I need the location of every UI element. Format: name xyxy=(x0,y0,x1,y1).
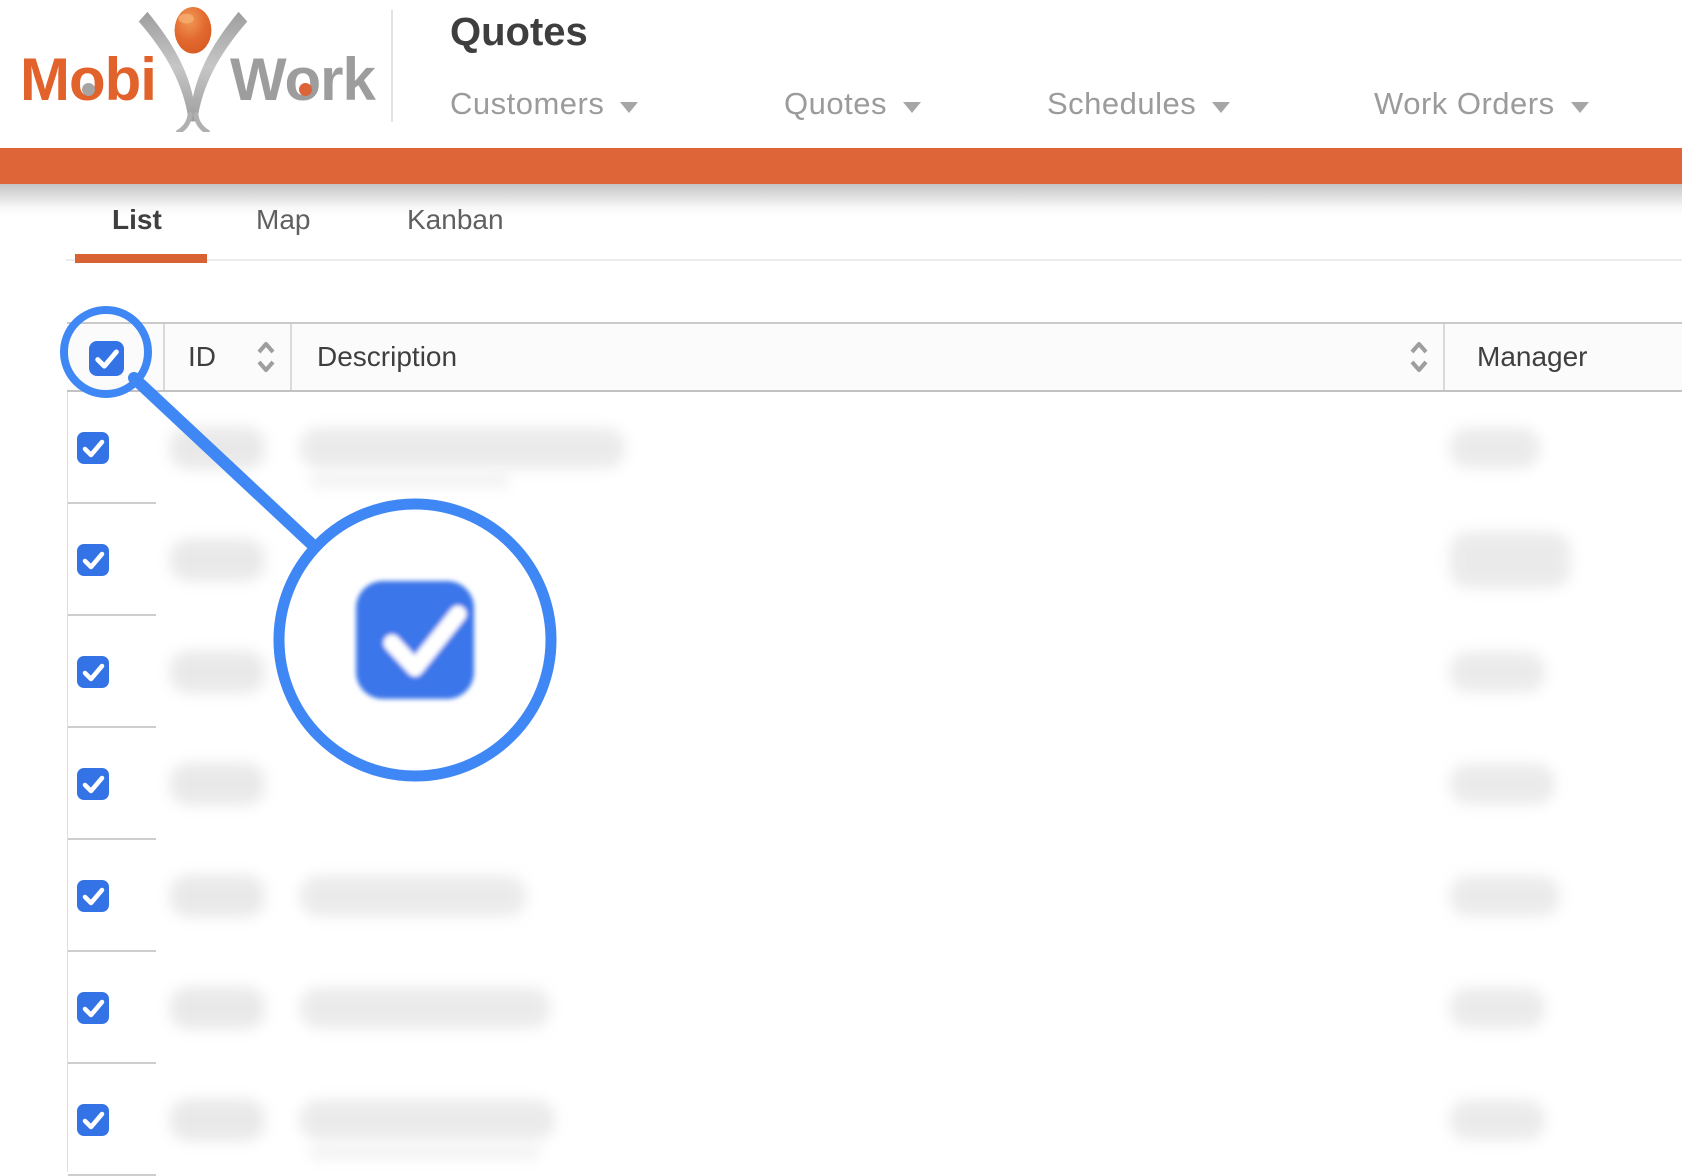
nav-schedules-label: Schedules xyxy=(1047,86,1196,122)
redacted-id xyxy=(170,875,265,917)
chevron-down-icon xyxy=(903,102,921,113)
chevron-down-icon xyxy=(620,102,638,113)
redacted-id xyxy=(170,1099,265,1141)
redacted-id xyxy=(170,763,265,805)
redacted-description xyxy=(300,876,526,916)
redacted-id xyxy=(170,427,265,469)
nav-schedules[interactable]: Schedules xyxy=(1047,86,1230,122)
redacted-description xyxy=(300,988,550,1028)
table-row xyxy=(0,616,1682,728)
table-body xyxy=(0,392,1682,1172)
tab-list[interactable]: List xyxy=(112,204,162,236)
select-all-checkbox[interactable] xyxy=(89,341,124,376)
row-checkbox-cell xyxy=(68,392,156,504)
column-divider xyxy=(1443,324,1445,390)
table-row xyxy=(0,952,1682,1064)
redacted-description xyxy=(300,1100,555,1140)
column-header-manager: Manager xyxy=(1477,324,1588,390)
row-checkbox-cell xyxy=(68,728,156,840)
chevron-down-icon xyxy=(1571,102,1589,113)
nav-work-orders-label: Work Orders xyxy=(1374,86,1555,122)
redacted-manager xyxy=(1450,988,1545,1028)
chevron-down-icon xyxy=(1212,102,1230,113)
redacted-manager xyxy=(1450,1100,1545,1140)
nav-work-orders[interactable]: Work Orders xyxy=(1374,86,1589,122)
redacted-id xyxy=(170,651,265,693)
accent-bar-shadow xyxy=(0,184,1682,217)
redacted-id xyxy=(170,539,265,581)
row-checkbox[interactable] xyxy=(77,880,109,912)
table-row xyxy=(0,1064,1682,1176)
row-checkbox[interactable] xyxy=(77,656,109,688)
mobiwork-logo[interactable]: Mobi Work xyxy=(20,4,375,132)
row-checkbox-cell xyxy=(68,840,156,952)
column-header-description[interactable]: Description xyxy=(317,324,457,390)
active-tab-underline xyxy=(75,254,207,263)
redacted-manager xyxy=(1450,764,1555,804)
sort-icon[interactable] xyxy=(1408,340,1430,374)
nav-quotes[interactable]: Quotes xyxy=(784,86,921,122)
redacted-manager xyxy=(1450,532,1570,588)
row-checkbox-cell xyxy=(68,1064,156,1176)
column-header-id[interactable]: ID xyxy=(188,324,216,390)
nav-quotes-label: Quotes xyxy=(784,86,887,122)
row-checkbox[interactable] xyxy=(77,992,109,1024)
row-checkbox[interactable] xyxy=(77,1104,109,1136)
column-divider xyxy=(163,324,165,390)
table-row xyxy=(0,504,1682,616)
redacted-manager xyxy=(1450,652,1545,692)
header-divider xyxy=(391,10,393,122)
sort-icon[interactable] xyxy=(255,340,277,374)
tab-map[interactable]: Map xyxy=(256,204,310,236)
table-header: ID Description Manager xyxy=(67,322,1682,392)
row-checkbox-cell xyxy=(68,616,156,728)
redacted-description xyxy=(300,428,625,468)
table-row xyxy=(0,840,1682,952)
redacted-manager xyxy=(1450,876,1560,916)
tab-kanban[interactable]: Kanban xyxy=(407,204,504,236)
row-checkbox-cell xyxy=(68,504,156,616)
logo-word-work: Work xyxy=(230,50,375,132)
row-checkbox[interactable] xyxy=(77,768,109,800)
column-divider xyxy=(290,324,292,390)
redacted-manager xyxy=(1450,428,1540,468)
tab-bar-border xyxy=(66,259,1682,261)
row-checkbox[interactable] xyxy=(77,544,109,576)
accent-bar xyxy=(0,148,1682,184)
nav-customers[interactable]: Customers xyxy=(450,86,638,122)
row-checkbox-cell xyxy=(68,952,156,1064)
redacted-description-line2 xyxy=(310,1146,540,1160)
top-bar: Mobi Work Quotes xyxy=(0,0,1682,148)
nav-customers-label: Customers xyxy=(450,86,604,122)
table-row xyxy=(0,728,1682,840)
redacted-description-line2 xyxy=(310,474,510,488)
logo-word-mobi: Mobi xyxy=(20,50,156,132)
table-row xyxy=(0,392,1682,504)
row-checkbox[interactable] xyxy=(77,432,109,464)
redacted-id xyxy=(170,987,265,1029)
page-title: Quotes xyxy=(450,10,588,55)
